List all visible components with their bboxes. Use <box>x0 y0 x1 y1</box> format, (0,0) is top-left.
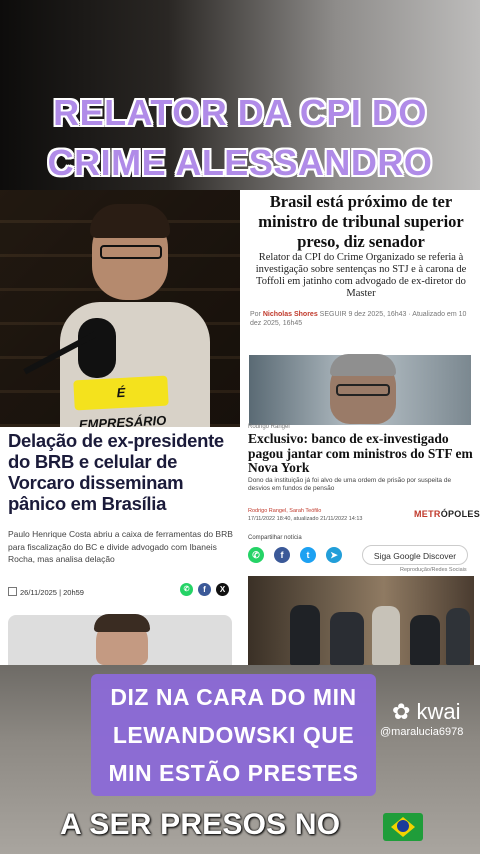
telegram-icon[interactable]: ➤ <box>326 547 342 563</box>
article-metropoles-subtitle: Dono da instituição já foi alvo de uma o… <box>248 477 452 492</box>
facebook-icon[interactable]: f <box>198 583 211 596</box>
caption-line-2: LEWANDOWSKI QUE <box>112 722 355 748</box>
kwai-username: @maralucia6978 <box>380 726 464 738</box>
google-discover-button[interactable]: Siga Google Discover <box>362 545 468 565</box>
kwai-logo: ✿ kwai <box>392 699 461 725</box>
caption-line-4: A SER PRESOS NO <box>60 808 341 841</box>
kwai-wordmark: kwai <box>416 699 461 724</box>
byline-author[interactable]: Nicholas Shores <box>263 311 318 318</box>
calendar-icon <box>8 587 17 596</box>
facebook-icon[interactable]: f <box>274 547 290 563</box>
photo-credit: Reprodução/Redes Sociais <box>400 567 467 573</box>
caption-line-1: DIZ NA CARA DO MIN <box>110 684 357 710</box>
man-glasses <box>336 384 390 396</box>
article-metropoles-date: 17/11/2022 18:40, atualizado 21/11/2022 … <box>248 516 363 522</box>
whatsapp-icon[interactable]: ✆ <box>180 583 193 596</box>
flag-circle <box>397 820 409 832</box>
man-hair <box>94 614 150 632</box>
byline-prefix: Por <box>250 311 261 318</box>
share-label: Compartilhar notícia <box>248 535 302 541</box>
whatsapp-icon[interactable]: ✆ <box>248 547 264 563</box>
metropoles-logo: METRÓPOLES <box>414 509 480 519</box>
logo-rest: ÓPOLES <box>440 509 480 519</box>
article-metropoles-label: Rodrigo Rangel <box>248 424 290 430</box>
article-brb-title[interactable]: Delação de ex-presidente do BRB e celula… <box>8 430 236 514</box>
article-veja-title[interactable]: Brasil está próximo de ter ministro de t… <box>250 192 472 252</box>
microphone-icon <box>78 318 116 378</box>
twitter-icon[interactable]: t <box>300 547 316 563</box>
caption-line-3: MIN ESTÃO PRESTES <box>108 760 359 786</box>
empresario-sticker: É EMPRESÁRIO <box>73 375 169 432</box>
person-figure <box>446 608 470 665</box>
x-icon[interactable]: X <box>216 583 229 596</box>
speaker-hair <box>90 204 170 238</box>
kwai-icon: ✿ <box>392 699 417 724</box>
article-brb-subtitle: Paulo Henrique Costa abriu a caixa de fe… <box>8 529 233 564</box>
man-hair <box>330 354 396 376</box>
logo-prefix: METR <box>414 509 441 519</box>
article-veja-byline: Por Nicholas Shores SEGUIR 9 dez 2025, 1… <box>250 310 472 328</box>
headline-line-2: CRIME ALESSANDRO <box>47 142 433 183</box>
person-figure <box>330 612 364 665</box>
person-figure <box>410 615 440 665</box>
article-brb-date: 26/11/2025 | 20h59 <box>20 588 84 597</box>
person-figure <box>372 606 400 665</box>
person-figure <box>290 605 320 665</box>
headline-line-1: RELATOR DA CPI DO <box>53 92 427 133</box>
article-metropoles-title[interactable]: Exclusivo: banco de ex-investigado pagou… <box>248 431 474 476</box>
speaker-glasses <box>100 245 162 259</box>
article-metropoles-authors[interactable]: Rodrigo Rangel, Sarah Teófilo <box>248 508 398 515</box>
article-veja-subtitle: Relator da CPI do Crime Organizado se re… <box>255 252 467 299</box>
